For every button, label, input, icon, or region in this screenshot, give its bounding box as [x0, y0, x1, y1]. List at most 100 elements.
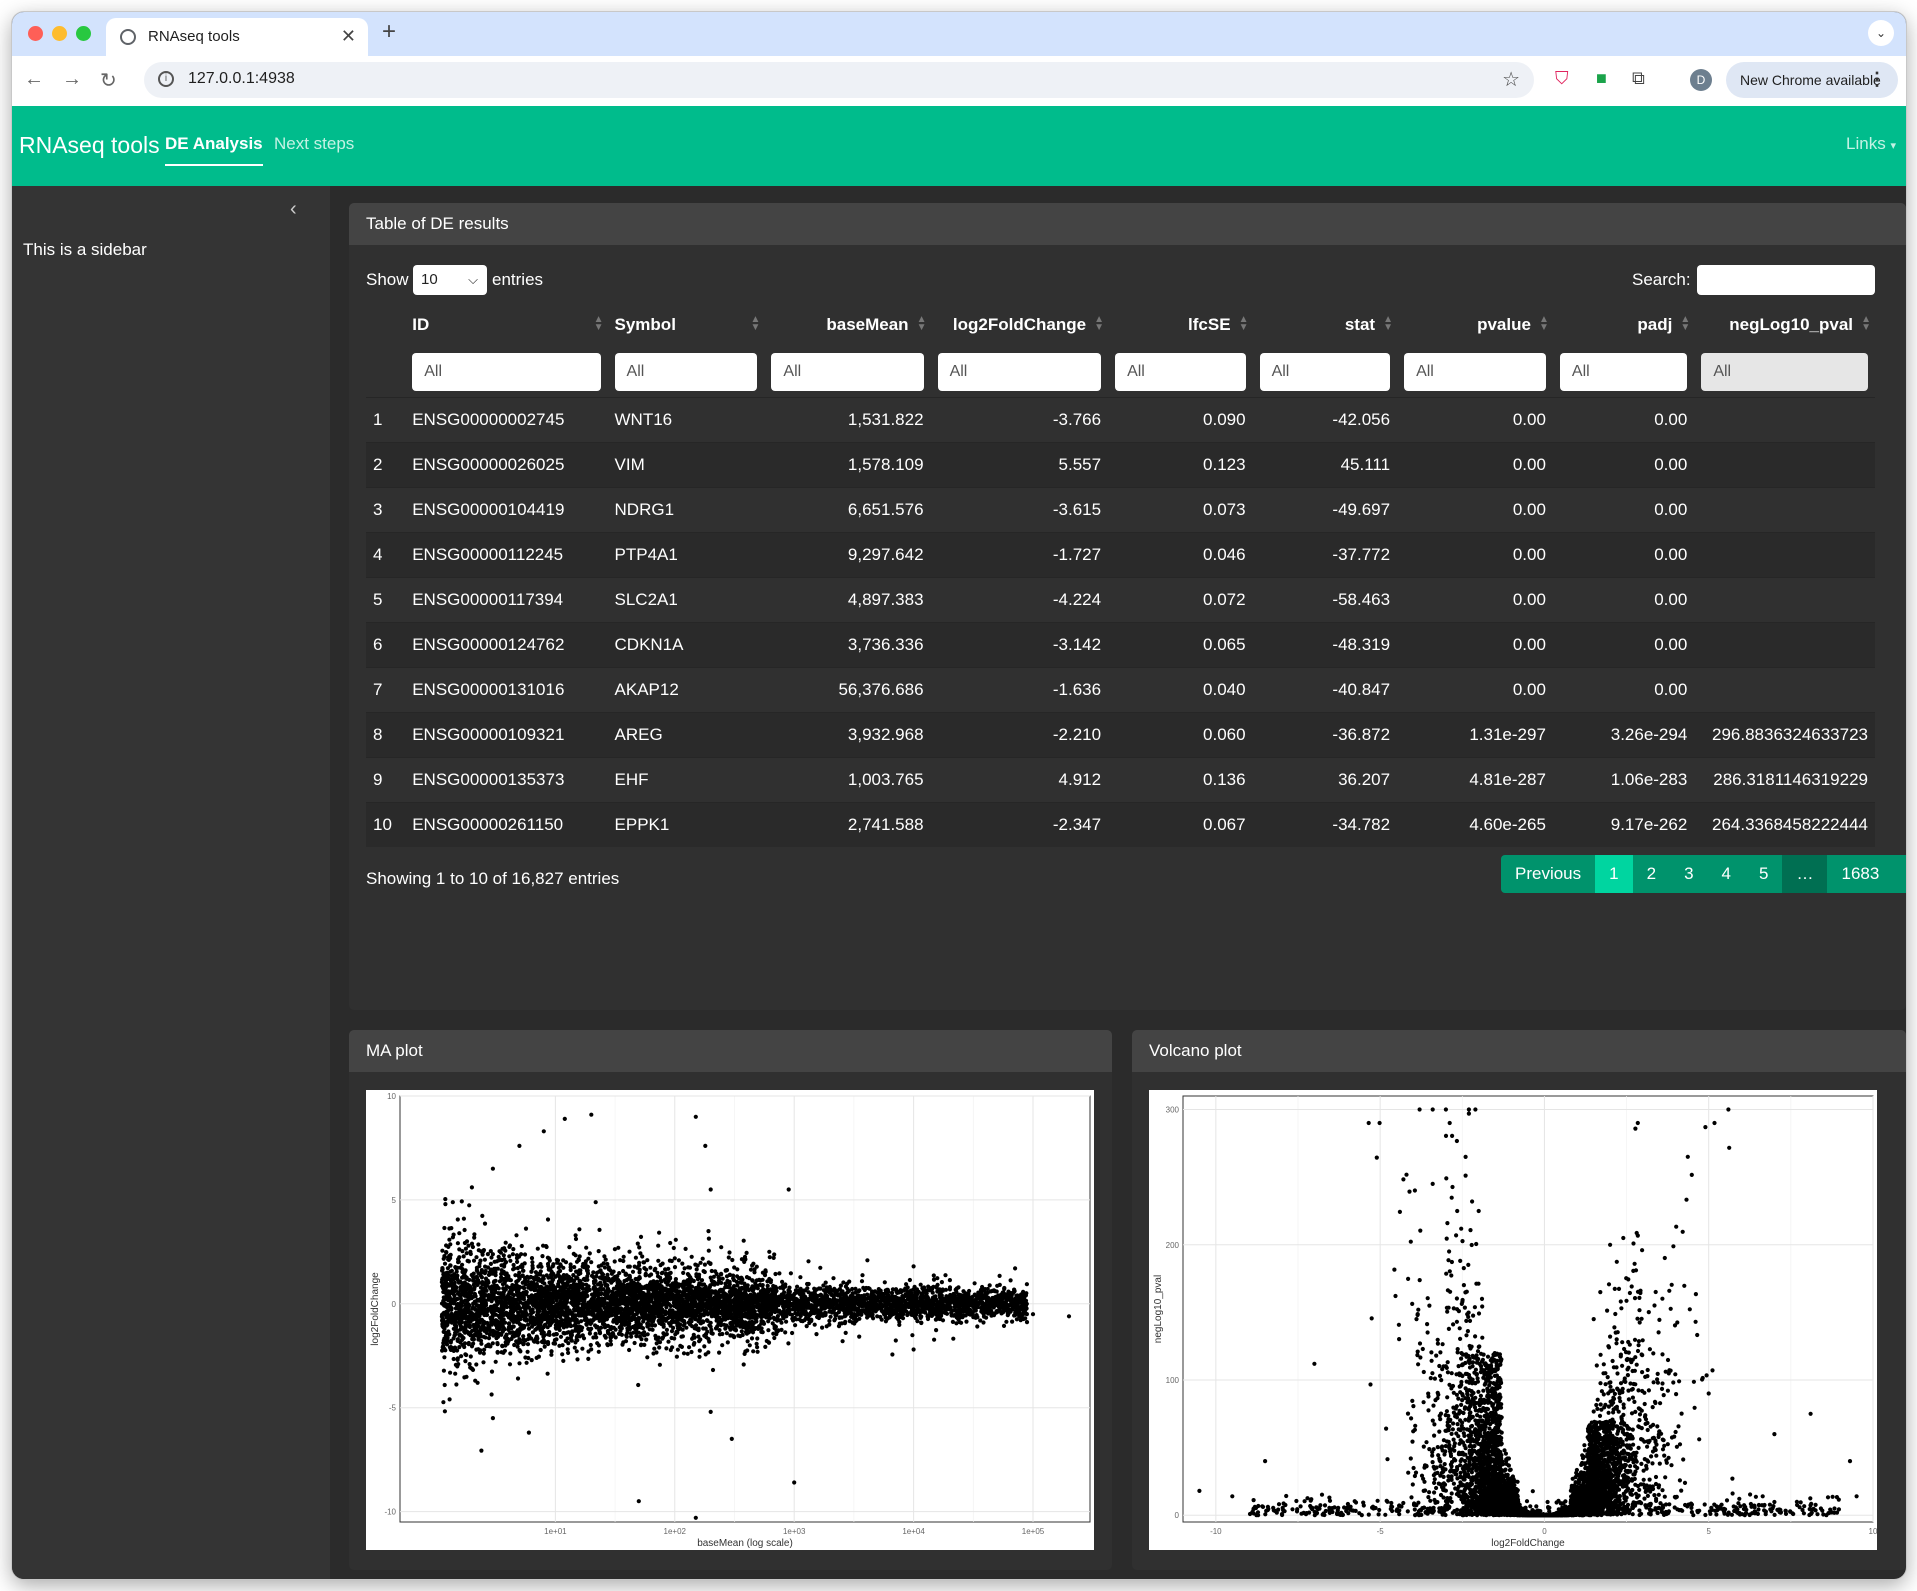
filter-input-log2foldchange[interactable]: All [937, 353, 1102, 391]
nav-tab-de-analysis[interactable]: DE Analysis [165, 134, 263, 166]
profile-avatar[interactable]: D [1690, 69, 1712, 91]
col-header-neglog10-pval[interactable]: negLog10_pval ▲ ▼ [1694, 303, 1875, 347]
data-point [586, 1356, 591, 1361]
table-row[interactable]: 7 ENSG00000131016 AKAP12 56,376.686 -1.636 0.… [366, 667, 1875, 713]
filter-input-pvalue[interactable]: All [1404, 353, 1546, 391]
data-point [845, 1311, 850, 1316]
cell-basemean: 1,003.765 [764, 757, 931, 803]
data-point [777, 1271, 782, 1276]
cell-lfcse: 0.123 [1108, 442, 1253, 488]
data-point [869, 1302, 874, 1307]
data-point [773, 1271, 778, 1277]
col-header-label: stat [1344, 315, 1376, 334]
table-row[interactable]: 5 ENSG00000117394 SLC2A1 4,897.383 -4.224 0.0… [366, 577, 1875, 623]
page-button-1683[interactable]: 1683 [1827, 855, 1894, 893]
table-row[interactable]: 4 ENSG00000112245 PTP4A1 9,297.642 -1.727 0.0… [366, 532, 1875, 578]
maximize-window-button[interactable] [76, 26, 91, 41]
filter-input-id[interactable]: All [412, 353, 601, 391]
page-button-5[interactable]: 5 [1745, 855, 1783, 893]
filter-input-lfcse[interactable]: All [1115, 353, 1246, 391]
table-row[interactable]: 6 ENSG00000124762 CDKN1A 3,736.336 -3.142 0.0… [366, 622, 1875, 668]
next-page-button[interactable]: Next [1893, 855, 1906, 893]
filter-input-basemean[interactable]: All [771, 353, 924, 391]
data-point [813, 1301, 818, 1306]
col-header-symbol[interactable]: Symbol ▲ ▼ [608, 303, 765, 347]
sort-icon: ▲ ▼ [1094, 314, 1105, 333]
update-chrome-button[interactable]: New Chrome available ⋮ [1726, 62, 1898, 98]
data-point [920, 1293, 925, 1298]
extension-green-icon[interactable]: ■ [1596, 68, 1607, 89]
filter-input-symbol[interactable]: All [614, 353, 758, 391]
back-icon[interactable]: ← [24, 68, 44, 91]
bookmark-star-icon[interactable]: ☆ [1502, 67, 1520, 92]
col-header-stat[interactable]: stat ▲ ▼ [1253, 303, 1398, 347]
data-point [983, 1287, 988, 1292]
forward-icon[interactable]: → [62, 68, 82, 91]
pocket-icon[interactable]: ⛉ [1555, 68, 1569, 89]
data-point [643, 1271, 648, 1276]
data-point [880, 1303, 885, 1308]
page-button-3[interactable]: 3 [1670, 855, 1708, 893]
data-point [965, 1296, 970, 1301]
cell-stat: 45.111 [1252, 442, 1398, 488]
col-header-pvalue[interactable]: pvalue ▲ ▼ [1397, 303, 1553, 347]
table-row[interactable]: 8 ENSG00000109321 AREG 3,932.968 -2.210 0.060… [366, 712, 1875, 758]
col-header-log2foldchange[interactable]: log2FoldChange ▲ ▼ [931, 303, 1109, 347]
cell-pvalue: 0.00 [1397, 487, 1553, 533]
nav-tab-next-steps[interactable]: Next steps [274, 134, 354, 154]
table-row[interactable]: 1 ENSG00000002745 WNT16 1,531.822 -3.766 0.09… [366, 397, 1875, 443]
browser-tab[interactable]: RNAseq tools ✕ [106, 18, 368, 56]
address-bar[interactable]: i 127.0.0.1:4938 ☆ [144, 62, 1534, 98]
close-tab-icon[interactable]: ✕ [341, 26, 356, 47]
col-header-basemean[interactable]: baseMean ▲ ▼ [764, 303, 930, 347]
page-button-2[interactable]: 2 [1632, 855, 1671, 893]
collapse-sidebar-icon[interactable]: ‹ [290, 198, 297, 221]
app-brand[interactable]: RNAseq tools [19, 132, 160, 159]
data-point [448, 1242, 453, 1247]
data-point [976, 1293, 982, 1298]
data-point [864, 1296, 869, 1301]
entries-label: entries [492, 270, 544, 289]
page-length-value: 10 [421, 271, 438, 288]
cell-row-index: 3 [366, 487, 406, 533]
kebab-menu-icon[interactable]: ⋮ [1868, 69, 1886, 90]
sort-icon: ▲ ▼ [750, 314, 761, 333]
table-info: Showing 1 to 10 of 16,827 entries [366, 869, 620, 888]
page-button-1[interactable]: 1 [1595, 855, 1633, 893]
data-point [954, 1321, 959, 1326]
close-window-button[interactable] [28, 26, 43, 41]
sort-icon: ▲ ▼ [593, 314, 604, 333]
cell-gene-symbol: EPPK1 [607, 802, 765, 847]
data-point [827, 1284, 832, 1290]
filter-input-stat[interactable]: All [1259, 353, 1391, 391]
extensions-puzzle-icon[interactable]: ⧉ [1632, 68, 1645, 89]
data-point [840, 1289, 845, 1294]
reload-icon[interactable]: ↻ [100, 68, 117, 93]
links-dropdown[interactable]: Links ▾ [1846, 134, 1896, 154]
data-point [829, 1292, 834, 1297]
minimize-window-button[interactable] [52, 26, 67, 41]
y-tick-label: 5 [392, 1196, 397, 1205]
search-input[interactable] [1697, 265, 1875, 295]
site-info-icon[interactable]: i [158, 71, 174, 87]
data-point [797, 1306, 802, 1311]
table-row[interactable]: 9 ENSG00000135373 EHF 1,003.765 4.912 0.136 36… [366, 757, 1875, 803]
col-header-padj[interactable]: padj ▲ ▼ [1553, 303, 1694, 347]
table-row[interactable]: 10 ENSG00000261150 EPPK1 2,741.588 -2.347 0.0… [366, 802, 1875, 847]
data-point [834, 1311, 839, 1317]
page-button-4[interactable]: 4 [1707, 855, 1746, 893]
table-row[interactable]: 2 ENSG00000026025 VIM 1,578.109 5.557 0.123 45… [366, 442, 1875, 488]
data-point [927, 1288, 932, 1293]
col-header-id[interactable]: ID ▲ ▼ [405, 303, 607, 347]
page-length-select[interactable]: 10 ⌵ [413, 265, 487, 295]
tab-search-button[interactable]: ⌄ [1868, 20, 1894, 46]
new-tab-button[interactable]: + [382, 18, 396, 46]
data-point [823, 1310, 828, 1315]
col-header-lfcse[interactable]: lfcSE ▲ ▼ [1108, 303, 1253, 347]
data-point [498, 1250, 503, 1255]
previous-page-button[interactable]: Previous [1501, 855, 1596, 893]
cell-log2foldchange: -2.347 [930, 802, 1109, 847]
table-row[interactable]: 3 ENSG00000104419 NDRG1 6,651.576 -3.615 0.07… [366, 487, 1875, 533]
data-point [809, 1317, 814, 1322]
filter-input-padj[interactable]: All [1559, 353, 1688, 391]
